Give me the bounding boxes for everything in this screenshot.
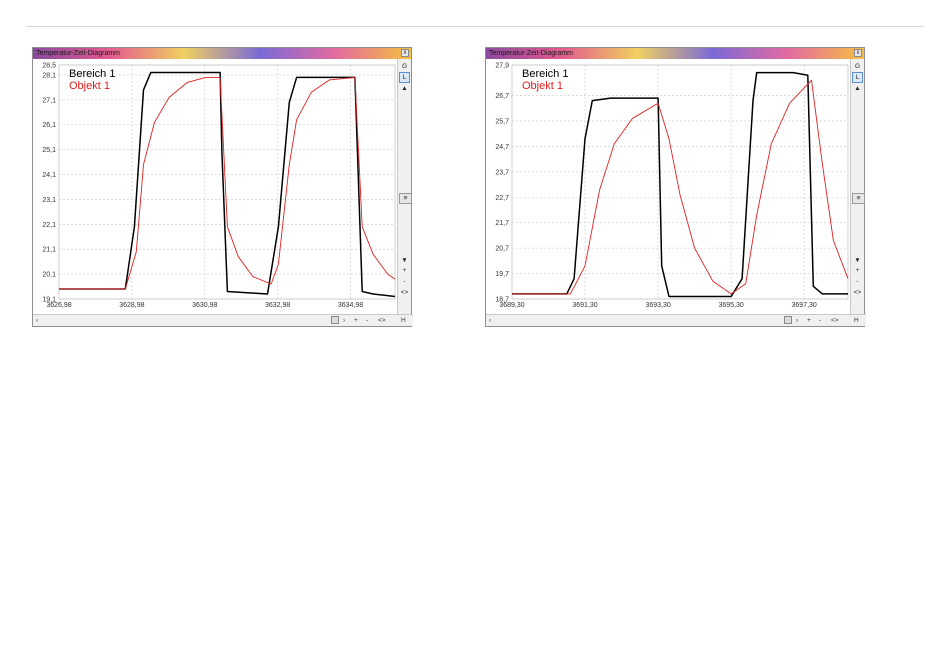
x-tick-label: 3630,98 — [192, 302, 217, 309]
right-toolbar: G L ▲ ≡ ▼ + - <> — [397, 59, 412, 316]
zoom-in-y-button[interactable]: + — [852, 266, 863, 275]
y-tick-label: 23,7 — [495, 169, 509, 176]
close-button[interactable]: x — [401, 49, 409, 57]
scroll-thumb[interactable]: ≡ — [852, 193, 865, 204]
zoom-out-x-button[interactable]: - — [366, 316, 368, 325]
y-tick-label: 28,5 — [42, 63, 56, 70]
x-tick-label: 3695,30 — [718, 302, 743, 309]
fit-x-button[interactable]: <> — [378, 316, 386, 325]
y-tick-label: 21,1 — [42, 247, 56, 254]
y-tick-label: 23,1 — [42, 197, 56, 204]
y-tick-label: 22,7 — [495, 195, 509, 202]
y-tick-label: 27,1 — [42, 97, 56, 104]
temperature-chart-window-right: Temperatur-Zeit-Diagramm x 27,9 26,7 25,7 2… — [485, 47, 866, 327]
scroll-left-icon[interactable]: ‹ — [36, 316, 38, 325]
y-tick-label: 25,1 — [42, 147, 56, 154]
y-tick-label: 26,1 — [42, 122, 56, 129]
g-button[interactable]: G — [852, 62, 863, 71]
y-tick-label: 20,1 — [42, 272, 56, 279]
horizontal-scroll-thumb[interactable] — [331, 316, 339, 324]
y-tick-label: 24,7 — [495, 144, 509, 151]
plot-area[interactable]: 28,5 28,1 27,1 26,1 25,1 24,1 23,1 22,1 21,1 20,1… — [33, 59, 399, 316]
y-tick-label: 27,9 — [495, 63, 509, 70]
h-button[interactable]: H — [401, 316, 406, 325]
zoom-in-x-button[interactable]: + — [807, 316, 811, 325]
scroll-thumb[interactable]: ≡ — [399, 193, 412, 204]
zoom-out-y-button[interactable]: - — [399, 277, 410, 286]
x-tick-label: 3689,30 — [499, 302, 524, 309]
bottom-toolbar: ‹ › + - <> H — [486, 314, 866, 326]
top-divider — [26, 26, 924, 27]
zoom-out-x-button[interactable]: - — [819, 316, 821, 325]
x-tick-label: 3697,30 — [792, 302, 817, 309]
window-titlebar[interactable]: Temperatur-Zeit-Diagramm x — [486, 48, 864, 59]
window-title: Temperatur-Zeit-Diagramm — [489, 50, 574, 57]
h-button[interactable]: H — [854, 316, 859, 325]
zoom-in-x-button[interactable]: + — [354, 316, 358, 325]
bottom-toolbar: ‹ › + - <> H — [33, 314, 413, 326]
l-button[interactable]: L — [852, 72, 863, 83]
fit-y-button[interactable]: <> — [399, 288, 410, 297]
y-tick-label: 19,7 — [495, 271, 509, 278]
g-button[interactable]: G — [399, 62, 410, 71]
y-tick-label: 24,1 — [42, 172, 56, 179]
x-tick-label: 3626,98 — [46, 302, 71, 309]
scroll-up-icon[interactable]: ▲ — [852, 84, 863, 93]
y-tick-label: 21,7 — [495, 220, 509, 227]
window-titlebar[interactable]: Temperatur-Zeit-Diagramm x — [33, 48, 411, 59]
y-tick-label: 26,7 — [495, 93, 509, 100]
horizontal-scroll-thumb[interactable] — [784, 316, 792, 324]
legend-bereich: Bereich 1 — [69, 68, 115, 80]
window-title: Temperatur-Zeit-Diagramm — [36, 50, 121, 57]
close-button[interactable]: x — [854, 49, 862, 57]
legend-bereich: Bereich 1 — [522, 68, 568, 80]
scroll-down-icon[interactable]: ▼ — [399, 256, 410, 265]
y-tick-label: 20,7 — [495, 246, 509, 253]
scroll-left-icon[interactable]: ‹ — [489, 316, 491, 325]
scroll-down-icon[interactable]: ▼ — [852, 256, 863, 265]
x-tick-label: 3691,30 — [572, 302, 597, 309]
plot-frame — [511, 64, 849, 300]
y-tick-label: 25,7 — [495, 118, 509, 125]
right-toolbar: G L ▲ ≡ ▼ + - <> — [850, 59, 865, 316]
x-tick-label: 3693,30 — [645, 302, 670, 309]
y-tick-label: 22,1 — [42, 222, 56, 229]
scroll-up-icon[interactable]: ▲ — [399, 84, 410, 93]
scroll-right-icon[interactable]: › — [343, 316, 345, 325]
legend-objekt: Objekt 1 — [69, 80, 110, 92]
fit-x-button[interactable]: <> — [831, 316, 839, 325]
zoom-out-y-button[interactable]: - — [852, 277, 863, 286]
y-tick-label: 28,1 — [42, 72, 56, 79]
x-tick-label: 3632,98 — [265, 302, 290, 309]
temperature-chart-window-left: Temperatur-Zeit-Diagramm x 28,5 28,1 27,1 2… — [32, 47, 413, 327]
x-tick-label: 3628,98 — [119, 302, 144, 309]
legend-objekt: Objekt 1 — [522, 80, 563, 92]
l-button[interactable]: L — [399, 72, 410, 83]
temperature-time-chart: 28,5 28,1 27,1 26,1 25,1 24,1 23,1 22,1 21,1 20,1… — [42, 63, 396, 309]
temperature-time-chart: 27,926,725,724,723,722,721,720,719,718,7… — [495, 63, 849, 309]
fit-y-button[interactable]: <> — [852, 288, 863, 297]
scroll-right-icon[interactable]: › — [796, 316, 798, 325]
plot-area[interactable]: 27,9 26,7 25,7 24,7 23,7 22,7 21,7 20,7 19,7 18,7… — [486, 59, 852, 316]
x-tick-label: 3634,98 — [338, 302, 363, 309]
zoom-in-y-button[interactable]: + — [399, 266, 410, 275]
